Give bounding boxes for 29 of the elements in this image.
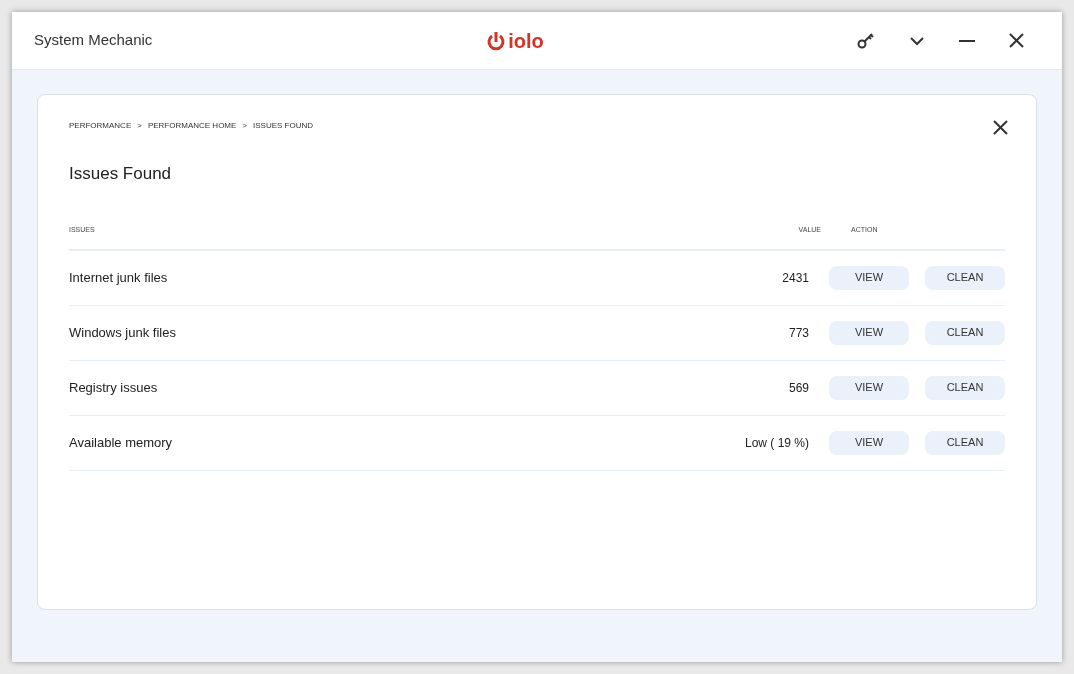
- table-cell-text: 569: [787, 379, 810, 397]
- table-cell-text: 773: [787, 324, 810, 342]
- table-cell-text: Available memory: [69, 433, 174, 452]
- action-button[interactable]: VIEW: [829, 375, 909, 400]
- key-icon[interactable]: [857, 31, 875, 50]
- table-cell-text: Registry issues: [69, 378, 159, 397]
- action-button[interactable]: CLEAN: [925, 265, 1005, 290]
- action-button[interactable]: VIEW: [829, 320, 909, 345]
- window-title: System Mechanic: [34, 30, 154, 51]
- power-icon: [487, 30, 506, 51]
- breadcrumb-link[interactable]: PERFORMANCE HOME: [147, 120, 237, 132]
- close-icon[interactable]: [1009, 33, 1024, 48]
- table-cell-text: Internet junk files: [69, 268, 169, 287]
- chevron-down-icon[interactable]: [909, 35, 925, 46]
- page-heading: Issues Found: [69, 163, 173, 185]
- action-button[interactable]: VIEW: [829, 430, 909, 455]
- breadcrumb-link[interactable]: ISSUES FOUND: [253, 120, 314, 132]
- table-cell-text: 2431: [781, 269, 810, 287]
- action-button[interactable]: CLEAN: [925, 375, 1005, 400]
- action-button[interactable]: VIEW: [829, 265, 909, 290]
- close-icon[interactable]: [993, 120, 1008, 135]
- action-button[interactable]: CLEAN: [925, 320, 1005, 345]
- breadcrumb-link[interactable]: PERFORMANCE: [69, 120, 132, 132]
- table-cell-text: Windows junk files: [69, 323, 177, 342]
- action-button[interactable]: CLEAN: [925, 430, 1005, 455]
- breadcrumb-separator: >: [242, 120, 248, 132]
- breadcrumb-separator: >: [137, 120, 142, 132]
- logo-text: iolo: [508, 30, 544, 51]
- table-cell-text: Low ( 19 %): [743, 434, 810, 452]
